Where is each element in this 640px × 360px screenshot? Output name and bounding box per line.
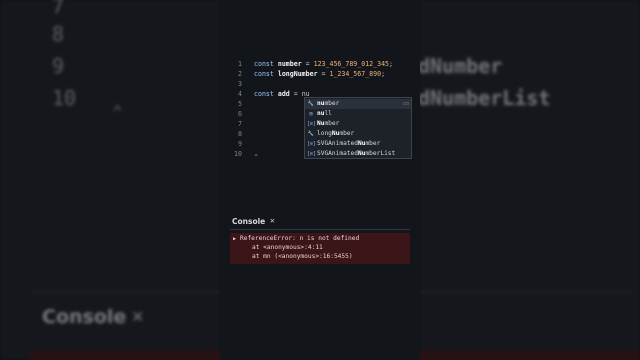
number-literal: 123_456_789_012_345 xyxy=(313,60,390,68)
line-number: 10 xyxy=(234,150,242,158)
line-number: 7 xyxy=(238,120,242,128)
error-title: ReferenceError: n is not defined xyxy=(240,235,360,242)
code-text: const number = 123_456_789_012_345; xyxy=(254,59,393,69)
line-number: 4 xyxy=(238,90,242,98)
stack-frame: at <anonymous>:4:11 xyxy=(252,244,323,251)
match-highlight: Nu xyxy=(317,120,325,127)
autocomplete-popup: 🔧 number co ▤ null [e] Number 🔧 longNumb… xyxy=(304,97,412,159)
line-number: 1 xyxy=(238,60,242,68)
bg-line-number: 9 xyxy=(52,54,65,78)
suggestion-label: SVGAnimatedNumber xyxy=(317,140,381,147)
console-title: Console xyxy=(232,217,266,226)
match-highlight: Nu xyxy=(357,150,366,157)
variable-icon: [e] xyxy=(307,151,317,157)
semicolon: ; xyxy=(381,70,386,78)
bg-code-fragment: dNumber xyxy=(418,54,503,78)
bg-line-number: 7 xyxy=(52,0,65,18)
operator: = xyxy=(317,70,330,78)
match-highlight: Nu xyxy=(331,130,340,137)
caret-icon: ⌃ xyxy=(254,153,259,161)
operator: = xyxy=(289,90,302,98)
identifier: add xyxy=(277,90,290,98)
number-literal: 1_234_567_890 xyxy=(329,70,382,78)
bg-line-number: 10 xyxy=(52,86,77,110)
suggestion-item[interactable]: [e] Number xyxy=(305,119,411,129)
line-number: 8 xyxy=(238,130,242,138)
bg-close-icon: ✕ xyxy=(132,305,144,327)
divider xyxy=(230,229,410,230)
variable-icon: [e] xyxy=(307,141,317,147)
match-highlight: nu xyxy=(317,100,325,107)
bg-caret-icon: ⌃ xyxy=(112,102,123,123)
suggestion-item[interactable]: [e] SVGAnimatedNumberList xyxy=(305,149,411,159)
identifier: longNumber xyxy=(277,70,318,78)
stack-frame: at mn (<anonymous>:16:5455) xyxy=(252,253,353,260)
operator: = xyxy=(301,60,314,68)
match-highlight: nu xyxy=(317,110,325,117)
keyword: const xyxy=(254,60,274,68)
bg-line-number: 8 xyxy=(52,22,65,46)
line-number: 2 xyxy=(238,70,242,78)
suggestion-item[interactable]: [e] SVGAnimatedNumber xyxy=(305,139,411,149)
suggestion-item[interactable]: 🔧 number co xyxy=(305,99,411,109)
semicolon: ; xyxy=(389,60,394,68)
bg-console-title: Console xyxy=(42,306,127,328)
suggestion-item[interactable]: 🔧 longNumber xyxy=(305,129,411,139)
keyword: const xyxy=(254,90,274,98)
identifier: number xyxy=(277,60,302,68)
close-icon[interactable]: ✕ xyxy=(270,216,275,225)
expand-triangle-icon[interactable]: ▶ xyxy=(233,236,236,242)
console-panel: Console ✕ ▶ ReferenceError: n is not def… xyxy=(220,213,420,360)
line-number: 9 xyxy=(238,140,242,148)
suggestion-label: longNumber xyxy=(317,130,355,137)
error-message[interactable]: ▶ ReferenceError: n is not defined at <a… xyxy=(230,233,410,264)
editor-panel: 1 const number = 123_456_789_012_345; 2 … xyxy=(220,0,420,360)
match-highlight: Nu xyxy=(357,140,366,147)
keyword: const xyxy=(254,70,274,78)
suggestion-label: number xyxy=(317,100,340,107)
wrench-icon: 🔧 xyxy=(307,131,315,137)
suggestion-label: SVGAnimatedNumberList xyxy=(317,150,396,157)
code-text: const longNumber = 1_234_567_890; xyxy=(254,69,385,79)
line-number: 5 xyxy=(238,100,242,108)
code-editor[interactable]: 1 const number = 123_456_789_012_345; 2 … xyxy=(220,0,420,210)
suggestion-label: Number xyxy=(317,120,340,127)
suggestion-label: null xyxy=(317,110,332,117)
variable-icon: [e] xyxy=(307,121,317,127)
line-number: 3 xyxy=(238,80,242,88)
code-text: const add = nu xyxy=(254,89,310,99)
suggestion-hint: co xyxy=(402,101,409,107)
keyword-icon: ▤ xyxy=(309,111,313,117)
suggestion-item[interactable]: ▤ null xyxy=(305,109,411,119)
wrench-icon: 🔧 xyxy=(307,101,315,107)
bg-code-fragment: dNumberList xyxy=(418,86,551,110)
line-number: 6 xyxy=(238,110,242,118)
